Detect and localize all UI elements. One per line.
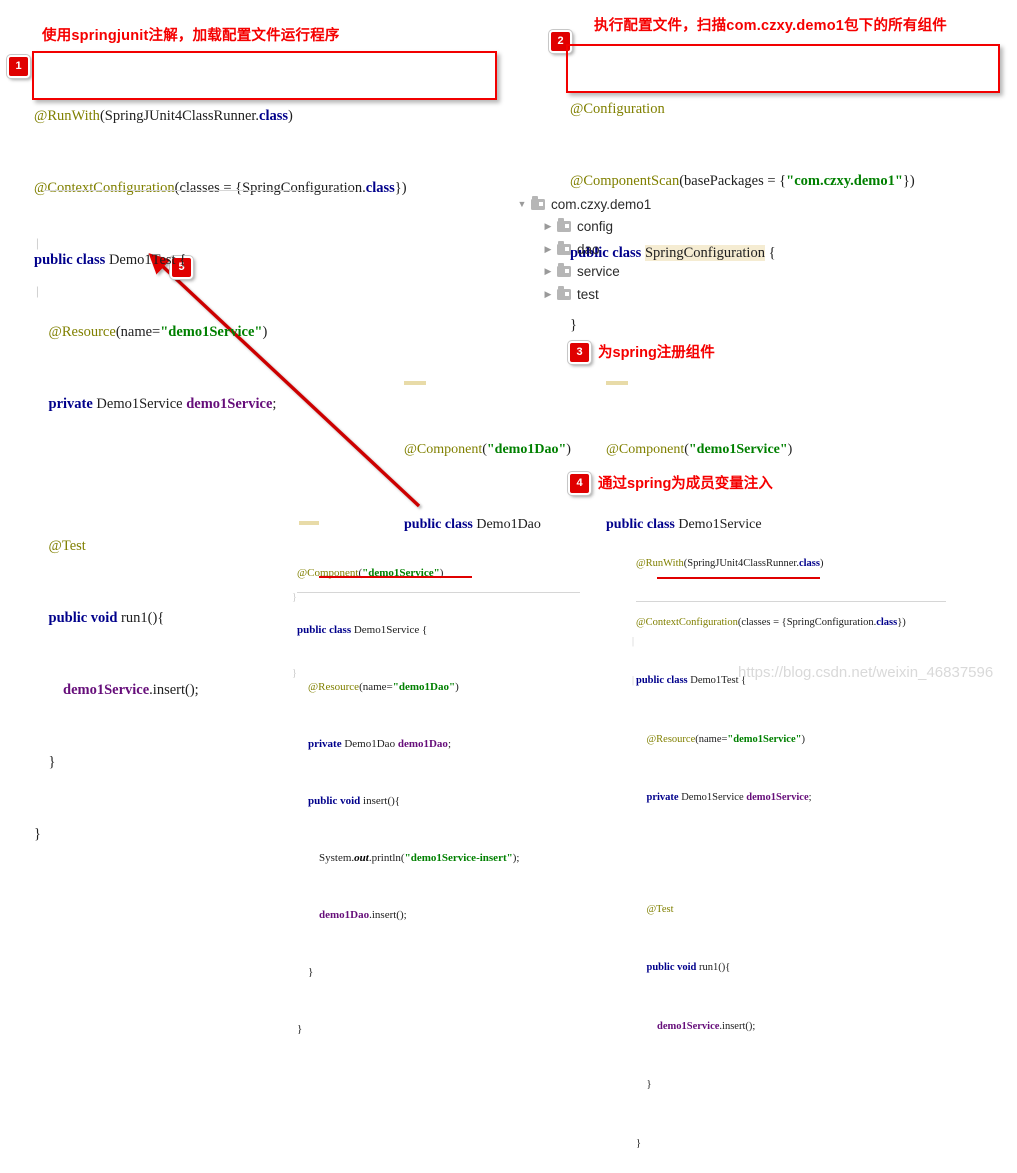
code-separator bbox=[636, 601, 946, 602]
tree-item-label: com.czxy.demo1 bbox=[551, 196, 652, 212]
tree-item-config[interactable]: ▶ config bbox=[515, 216, 651, 239]
chevron-right-icon[interactable]: ▶ bbox=[541, 266, 555, 277]
code-line: @Component("demo1Service") bbox=[297, 567, 444, 579]
step-badge-1: 1 bbox=[7, 55, 30, 78]
code-line: @RunWith(SpringJUnit4ClassRunner.class) bbox=[636, 558, 824, 569]
tree-item-service[interactable]: ▶ service bbox=[515, 261, 651, 284]
code-gutter-marks: | | bbox=[632, 635, 635, 686]
tree-item-label: test bbox=[577, 286, 599, 302]
code-line: @Component("demo1Dao") bbox=[404, 442, 571, 457]
chevron-right-icon[interactable]: ▶ bbox=[541, 289, 555, 300]
code-line: @Resource(name="demo1Service") bbox=[48, 324, 268, 340]
code-line: public class Demo1Test { bbox=[34, 252, 187, 268]
test-class-full-code-block: @RunWith(SpringJUnit4ClassRunner.class) … bbox=[636, 515, 906, 1173]
folder-icon bbox=[557, 240, 571, 255]
service-highlight-mark bbox=[606, 381, 628, 385]
resource-underline-test bbox=[657, 577, 820, 579]
code-gutter-marks: | | bbox=[36, 235, 39, 298]
watermark: https://blog.csdn.net/weixin_46837596 bbox=[738, 664, 994, 681]
code-line: @RunWith(SpringJUnit4ClassRunner.class) bbox=[34, 108, 293, 124]
code-gutter-marks: } } bbox=[292, 592, 297, 679]
code-line: demo1Service.insert(); bbox=[657, 1020, 756, 1032]
code-line: @Test bbox=[646, 903, 674, 915]
step-badge-4: 4 bbox=[568, 472, 591, 495]
chevron-down-icon[interactable]: ▼ bbox=[515, 199, 529, 209]
code-line: } bbox=[297, 1023, 303, 1035]
tree-item-test[interactable]: ▶ test bbox=[515, 283, 651, 306]
code-line: public void insert(){ bbox=[308, 795, 401, 807]
service-class-full-code-block: @Component("demo1Service") public class … bbox=[297, 526, 519, 1058]
code-line: } bbox=[636, 1137, 642, 1149]
package-explorer-tree[interactable]: ▼ com.czxy.demo1 ▶ config ▶ dao ▶ servic… bbox=[515, 193, 651, 306]
tree-item-root[interactable]: ▼ com.czxy.demo1 bbox=[515, 193, 651, 216]
highlight-box-step1 bbox=[32, 51, 497, 100]
code-line: public void run1(){ bbox=[646, 962, 731, 973]
folder-icon bbox=[557, 263, 571, 278]
code-separator bbox=[44, 190, 354, 191]
code-separator bbox=[297, 592, 580, 593]
code-line: @Configuration bbox=[570, 101, 665, 117]
code-line: } bbox=[646, 1079, 652, 1090]
code-line: private Demo1Service demo1Service; bbox=[48, 396, 277, 412]
step1-heading: 使用springjunit注解，加载配置文件运行程序 bbox=[42, 28, 340, 44]
code-line: } bbox=[308, 966, 314, 978]
folder-icon bbox=[531, 195, 545, 210]
code-line: @ContextConfiguration(classes = {SpringC… bbox=[34, 180, 407, 196]
code-line: @ComponentScan(basePackages = {"com.czxy… bbox=[570, 173, 915, 189]
chevron-right-icon[interactable]: ▶ bbox=[541, 244, 555, 255]
service-full-highlight-mark bbox=[299, 521, 319, 525]
tree-item-dao[interactable]: ▶ dao bbox=[515, 238, 651, 261]
tree-item-label: dao bbox=[577, 241, 600, 257]
code-line: @Resource(name="demo1Dao") bbox=[308, 681, 459, 693]
code-line: private Demo1Dao demo1Dao; bbox=[308, 738, 451, 750]
tree-item-label: config bbox=[577, 219, 614, 235]
code-line: private Demo1Service demo1Service; bbox=[646, 792, 812, 803]
step2-heading: 执行配置文件，扫描com.czxy.demo1包下的所有组件 bbox=[594, 18, 947, 34]
folder-icon bbox=[557, 218, 571, 233]
resource-underline-service bbox=[319, 576, 472, 578]
folder-icon bbox=[557, 285, 571, 300]
code-line: demo1Dao.insert(); bbox=[319, 909, 407, 921]
code-line: @ContextConfiguration(classes = {SpringC… bbox=[636, 616, 906, 628]
code-line: @Component("demo1Service") bbox=[606, 442, 793, 457]
dao-highlight-mark bbox=[404, 381, 426, 385]
code-line: @Resource(name="demo1Service") bbox=[646, 733, 805, 745]
tree-item-label: service bbox=[577, 264, 620, 280]
code-line: public class Demo1Service { bbox=[297, 624, 428, 636]
code-line: System.out.println("demo1Service-insert"… bbox=[319, 852, 520, 864]
chevron-right-icon[interactable]: ▶ bbox=[541, 221, 555, 232]
code-line: } bbox=[570, 317, 577, 333]
highlight-box-step2 bbox=[566, 44, 1000, 93]
